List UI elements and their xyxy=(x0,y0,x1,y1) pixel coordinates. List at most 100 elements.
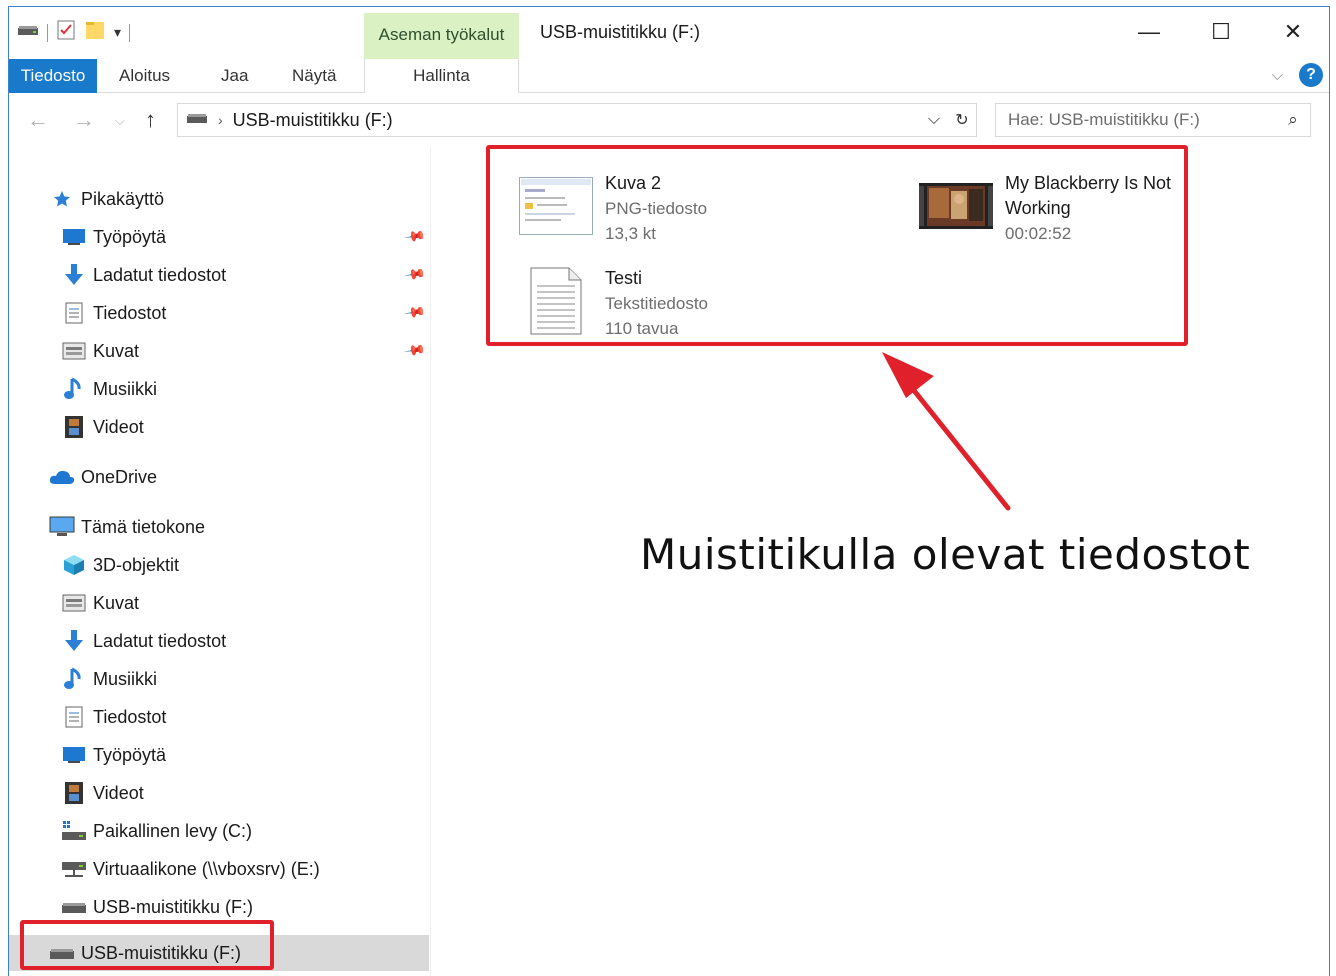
pictures-icon xyxy=(61,339,87,363)
search-input[interactable]: Hae: USB-muistitikku (F:) xyxy=(1008,110,1276,130)
tab-view[interactable]: Näytä xyxy=(292,59,336,93)
chevron-down-icon[interactable]: ⌵ xyxy=(920,111,948,129)
search-icon[interactable]: ⌕ xyxy=(1276,110,1310,130)
usb-drive-icon xyxy=(61,895,87,919)
local-disk-icon xyxy=(61,819,87,843)
nav-item-usb-drive[interactable]: USB-muistitikku (F:) xyxy=(9,889,429,925)
pane-divider[interactable] xyxy=(430,147,431,976)
nav-item-desktop[interactable]: Työpöytä xyxy=(9,737,429,773)
usb-drive-icon xyxy=(49,941,75,965)
cloud-icon xyxy=(49,465,75,489)
videos-icon xyxy=(61,415,87,439)
maximize-button[interactable]: ☐ xyxy=(1185,7,1257,57)
close-button[interactable]: ✕ xyxy=(1257,7,1329,57)
nav-item-documents[interactable]: Tiedostot xyxy=(9,699,429,735)
download-icon xyxy=(61,629,87,653)
nav-label: USB-muistitikku (F:) xyxy=(81,942,242,963)
minimize-button[interactable]: — xyxy=(1113,7,1185,57)
file-size: 110 tavua xyxy=(605,319,679,338)
music-icon xyxy=(61,667,87,691)
tab-share[interactable]: Jaa xyxy=(221,59,248,93)
navigation-pane: Pikakäyttö Työpöytä 📌 Ladatut tiedostot … xyxy=(9,147,429,976)
ribbon-controls: ⌵ ? xyxy=(1272,63,1323,87)
refresh-icon[interactable]: ↻ xyxy=(948,110,976,130)
nav-label: OneDrive xyxy=(81,466,158,487)
nav-onedrive[interactable]: OneDrive xyxy=(9,459,429,495)
file-meta: Testi Tekstitiedosto 110 tavua xyxy=(605,266,708,341)
nav-label: 3D-objektit xyxy=(93,554,180,575)
file-item[interactable]: My Blackberry Is Not Working 00:02:52 xyxy=(915,171,1171,246)
breadcrumb[interactable]: USB-muistitikku (F:) xyxy=(233,110,393,131)
computer-icon xyxy=(49,515,75,539)
star-icon xyxy=(49,187,75,211)
file-name-line2: Working xyxy=(1005,198,1071,218)
breadcrumb-separator-icon: › xyxy=(218,112,223,128)
nav-quick-access[interactable]: Pikakäyttö xyxy=(9,181,429,217)
nav-item-music[interactable]: Musiikki xyxy=(9,661,429,697)
properties-icon[interactable] xyxy=(56,19,76,46)
nav-label: Tämä tietokone xyxy=(81,516,206,537)
title-bar: ▾ Aseman työkalut USB-muistitikku (F:) —… xyxy=(9,7,1329,59)
forward-arrow-icon[interactable]: → xyxy=(73,107,95,133)
drive-icon[interactable] xyxy=(17,22,39,43)
tab-file[interactable]: Tiedosto xyxy=(9,59,97,93)
music-icon xyxy=(61,377,87,401)
3d-objects-icon xyxy=(61,553,87,577)
nav-item-downloads[interactable]: Ladatut tiedostot xyxy=(9,623,429,659)
nav-item-pictures[interactable]: Kuvat xyxy=(9,585,429,621)
nav-item-videos[interactable]: Videot xyxy=(9,409,429,445)
nav-label: Kuvat xyxy=(93,340,140,361)
window-title: USB-muistitikku (F:) xyxy=(540,22,701,42)
text-file-icon xyxy=(515,266,597,336)
nav-item-pictures[interactable]: Kuvat 📌 xyxy=(9,333,429,369)
nav-item-videos[interactable]: Videot xyxy=(9,775,429,811)
file-meta: My Blackberry Is Not Working 00:02:52 xyxy=(1005,171,1171,246)
file-item[interactable]: Testi Tekstitiedosto 110 tavua xyxy=(515,266,708,341)
search-box[interactable]: Hae: USB-muistitikku (F:) ⌕ xyxy=(995,103,1311,137)
address-controls: ⌵ ↻ xyxy=(920,104,976,136)
nav-label: Paikallinen levy (C:) xyxy=(93,820,253,841)
documents-icon xyxy=(61,705,87,729)
pin-icon[interactable]: 📌 xyxy=(403,263,426,287)
toolbar-separator xyxy=(129,23,131,42)
customize-toolbar-icon[interactable]: ▾ xyxy=(114,24,121,41)
nav-label: Tiedostot xyxy=(93,302,167,323)
nav-item-network-drive[interactable]: Virtuaalikone (\\vboxsrv) (E:) xyxy=(9,851,429,887)
context-tab-group-title: Aseman työkalut xyxy=(378,25,505,44)
nav-item-local-disk[interactable]: Paikallinen levy (C:) xyxy=(9,813,429,849)
nav-label: Musiikki xyxy=(93,378,158,399)
tab-manage[interactable]: Hallinta xyxy=(364,59,519,93)
download-icon xyxy=(61,263,87,287)
toolbar-separator xyxy=(47,23,48,42)
nav-label: Virtuaalikone (\\vboxsrv) (E:) xyxy=(93,858,320,879)
nav-label: Työpöytä xyxy=(93,744,167,765)
pin-icon[interactable]: 📌 xyxy=(403,339,426,363)
documents-icon xyxy=(61,301,87,325)
tab-home[interactable]: Aloitus xyxy=(119,59,170,93)
nav-item-music[interactable]: Musiikki xyxy=(9,371,429,407)
nav-this-pc[interactable]: Tämä tietokone xyxy=(9,509,429,545)
recent-locations-icon[interactable]: ⌵ xyxy=(115,113,125,129)
help-icon[interactable]: ? xyxy=(1299,63,1323,87)
desktop-icon xyxy=(61,743,87,767)
desktop-icon xyxy=(61,225,87,249)
nav-label: Videot xyxy=(93,782,144,803)
video-thumbnail-icon xyxy=(915,171,997,241)
pin-icon[interactable]: 📌 xyxy=(403,301,426,325)
nav-item-documents[interactable]: Tiedostot 📌 xyxy=(9,295,429,331)
new-folder-icon[interactable] xyxy=(84,19,106,46)
nav-label: Musiikki xyxy=(93,668,158,689)
nav-label: Tiedostot xyxy=(93,706,167,727)
up-arrow-icon[interactable]: ↑ xyxy=(145,107,156,133)
nav-usb-root-selected[interactable]: USB-muistitikku (F:) xyxy=(9,935,429,971)
nav-label: Pikakäyttö xyxy=(81,188,165,209)
nav-item-3d-objects[interactable]: 3D-objektit xyxy=(9,547,429,583)
address-bar[interactable]: › USB-muistitikku (F:) ⌵ ↻ xyxy=(177,103,977,137)
file-item[interactable]: Kuva 2 PNG-tiedosto 13,3 kt xyxy=(515,171,707,246)
pin-icon[interactable]: 📌 xyxy=(403,225,426,249)
nav-item-desktop[interactable]: Työpöytä 📌 xyxy=(9,219,429,255)
chevron-down-icon[interactable]: ⌵ xyxy=(1272,67,1283,84)
nav-item-downloads[interactable]: Ladatut tiedostot 📌 xyxy=(9,257,429,293)
nav-label: Videot xyxy=(93,416,144,437)
back-arrow-icon[interactable]: ← xyxy=(27,107,49,133)
